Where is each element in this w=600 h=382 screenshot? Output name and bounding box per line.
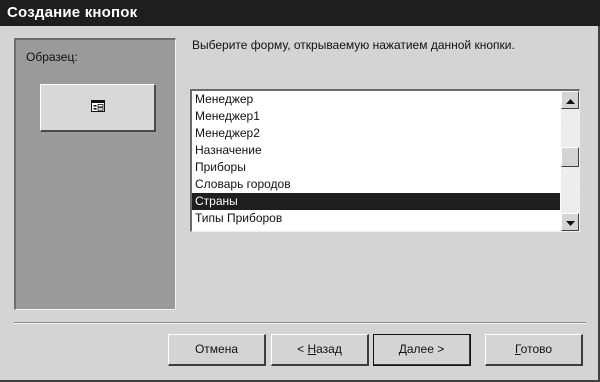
preview-label: Образец: <box>26 50 78 64</box>
back-button-prefix: < <box>297 342 308 356</box>
button-wizard-dialog: Создание кнопок Образец: Выберите форму,… <box>0 0 600 382</box>
preview-button <box>40 84 156 132</box>
list-item[interactable]: Менеджер <box>192 91 560 108</box>
separator <box>14 322 586 324</box>
finish-button[interactable]: Готово <box>485 334 583 366</box>
instruction-text: Выберите форму, открываемую нажатием дан… <box>192 38 515 52</box>
back-button-label: азад <box>316 342 342 356</box>
scroll-thumb[interactable] <box>561 147 579 167</box>
scroll-down-button[interactable] <box>561 213 579 231</box>
list-item[interactable]: Словарь городов <box>192 176 560 193</box>
list-item[interactable]: Типы Приборов <box>192 210 560 227</box>
form-icon <box>90 99 105 117</box>
arrow-down-icon <box>565 213 575 231</box>
back-button[interactable]: < Назад <box>271 334 369 366</box>
cancel-button-label: Отмена <box>194 342 239 356</box>
list-item[interactable]: Менеджер2 <box>192 125 560 142</box>
list-item[interactable]: Назначение <box>192 142 560 159</box>
cancel-button[interactable]: Отмена <box>168 334 266 366</box>
finish-button-label: отово <box>520 342 553 356</box>
list-item[interactable]: Менеджер1 <box>192 108 560 125</box>
arrow-up-icon <box>565 91 575 109</box>
forms-list-items: Менеджер Менеджер1 Менеджер2 Назначение Приб… <box>192 91 560 227</box>
next-button-mnemonic: Д <box>398 342 407 356</box>
scroll-up-button[interactable] <box>561 91 579 109</box>
next-button[interactable]: Далее > <box>373 334 471 366</box>
back-button-mnemonic: Н <box>307 342 317 356</box>
next-button-label: алее > <box>406 342 445 356</box>
list-scrollbar[interactable] <box>561 91 579 231</box>
list-item[interactable]: Приборы <box>192 159 560 176</box>
list-item[interactable]: Страны <box>192 193 560 210</box>
forms-listbox[interactable]: Менеджер Менеджер1 Менеджер2 Назначение Приб… <box>190 89 580 232</box>
dialog-title: Создание кнопок <box>0 0 600 26</box>
preview-panel: Образец: <box>14 38 176 310</box>
